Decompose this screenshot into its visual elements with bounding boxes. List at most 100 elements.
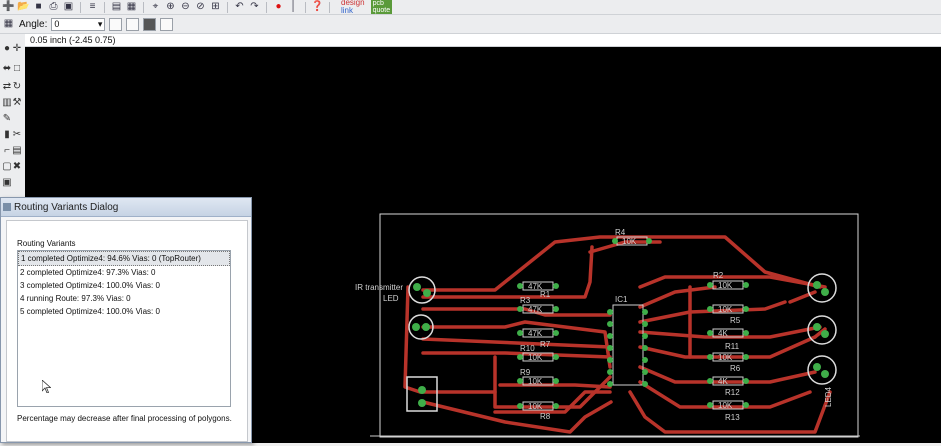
- pcb-quote-word1: pcb: [372, 0, 384, 7]
- pad: [642, 381, 648, 387]
- rotate-icon[interactable]: ↻: [12, 82, 22, 92]
- pad: [642, 357, 648, 363]
- pad: [743, 402, 749, 408]
- pad: [707, 282, 713, 288]
- save-icon[interactable]: ■: [32, 1, 45, 13]
- dialog-body: Routing Variants 1 completed Optimize4: …: [6, 220, 248, 442]
- dialog-app-icon: [3, 203, 11, 211]
- print-icon[interactable]: ⎙: [47, 1, 60, 13]
- spin-toggle[interactable]: [126, 17, 140, 31]
- mouse-cursor-icon: [42, 380, 51, 393]
- go-icon[interactable]: │: [287, 1, 300, 13]
- list-item[interactable]: 4 running Route: 97.3% Vias: 0: [18, 292, 230, 305]
- dialog-title: Routing Variants Dialog: [14, 201, 119, 213]
- text-orient-toggle[interactable]: [143, 17, 157, 31]
- route-icon[interactable]: ⌐: [2, 146, 12, 156]
- pad: [418, 399, 426, 407]
- toolbar-divider: [143, 1, 144, 13]
- redo-icon[interactable]: ↷: [248, 1, 261, 13]
- pad: [646, 238, 652, 244]
- pad: [813, 323, 821, 331]
- text-icon[interactable]: ▢: [2, 162, 12, 172]
- angle-select[interactable]: 0 ▾: [51, 17, 106, 31]
- pad: [607, 333, 613, 339]
- move-icon[interactable]: ⬌: [2, 64, 12, 74]
- ratsnest-icon[interactable]: ✖: [12, 162, 22, 172]
- pad: [707, 306, 713, 312]
- undo-icon[interactable]: ↶: [233, 1, 246, 13]
- pad: [517, 378, 523, 384]
- percentage-note: Percentage may decrease after final proc…: [17, 414, 232, 423]
- trace: [638, 285, 717, 309]
- script-icon[interactable]: ▤: [110, 1, 123, 13]
- wrench-icon[interactable]: ⚒: [12, 98, 22, 108]
- copy-icon[interactable]: □: [12, 64, 22, 74]
- ripup-icon[interactable]: ▤: [12, 146, 22, 156]
- ir-label: IR transmitter: [355, 283, 403, 292]
- run-icon[interactable]: ▦: [125, 1, 138, 13]
- new-icon[interactable]: ➕: [2, 1, 15, 13]
- pad: [612, 238, 618, 244]
- pad: [553, 306, 559, 312]
- mirror-toggle[interactable]: [109, 17, 123, 31]
- pad: [553, 378, 559, 384]
- pencil-icon[interactable]: ✎: [2, 114, 12, 124]
- stop-icon[interactable]: ●: [272, 1, 285, 13]
- show-icon[interactable]: ✛: [12, 44, 22, 54]
- r7-label: R7: [540, 340, 551, 349]
- list-item[interactable]: 2 completed Optimize4: 97.3% Vias: 0: [18, 266, 230, 279]
- coordinate-display: 0.05 inch (-2.45 0.75): [25, 34, 941, 47]
- cam-icon[interactable]: ▣: [62, 1, 75, 13]
- zoom-in-icon[interactable]: ⊕: [164, 1, 177, 13]
- list-item[interactable]: 3 completed Optimize4: 100.0% Vias: 0: [18, 279, 230, 292]
- zoom-out-icon[interactable]: ⊖: [179, 1, 192, 13]
- pad: [422, 323, 430, 331]
- pad: [412, 323, 420, 331]
- coordinate-text: 0.05 inch (-2.45 0.75): [30, 35, 116, 45]
- mirror-icon[interactable]: ⇄: [2, 82, 12, 92]
- open-icon[interactable]: 📂: [17, 1, 30, 13]
- pad: [813, 281, 821, 289]
- list-item[interactable]: 5 completed Optimize4: 100.0% Vias: 0: [18, 305, 230, 318]
- group-icon[interactable]: ▥: [2, 98, 12, 108]
- routing-variants-dialog: Routing Variants Dialog Routing Variants…: [0, 197, 252, 443]
- pcb-quote-logo[interactable]: pcb quote: [370, 0, 393, 14]
- text-orient-toggle-2[interactable]: [160, 17, 174, 31]
- toolbar-divider: [80, 1, 81, 13]
- pad: [821, 330, 829, 338]
- pad: [707, 378, 713, 384]
- pad: [553, 330, 559, 336]
- r4-label: R4: [615, 228, 626, 237]
- info-icon[interactable]: ●: [2, 44, 12, 54]
- grid-icon[interactable]: ▦: [2, 18, 15, 30]
- pad: [821, 370, 829, 378]
- dialog-title-bar[interactable]: Routing Variants Dialog: [1, 198, 251, 217]
- r9-value: 10K: [528, 377, 543, 386]
- r2-value: 10K: [718, 281, 733, 290]
- zoom-fit-icon[interactable]: ⌖: [149, 1, 162, 13]
- trace: [421, 337, 612, 349]
- pad: [553, 283, 559, 289]
- pad: [607, 309, 613, 315]
- help-icon[interactable]: ❓: [311, 1, 324, 13]
- led4-label: LED4: [824, 386, 833, 407]
- zoom-select-icon[interactable]: ⊞: [209, 1, 222, 13]
- design-link-logo[interactable]: design link: [341, 0, 365, 15]
- pad: [517, 283, 523, 289]
- parameter-toolbar: ▦ Angle: 0 ▾: [0, 15, 941, 34]
- r13-label: R13: [725, 413, 740, 422]
- toolbar-divider: [329, 1, 330, 13]
- split-icon[interactable]: ✂: [12, 130, 22, 140]
- main-toolbar: ➕ 📂 ■ ⎙ ▣ ≡ ▤ ▦ ⌖ ⊕ ⊖ ⊘ ⊞ ↶ ↷ ● │ ❓ desi…: [0, 0, 941, 15]
- r6-value: 10K: [718, 353, 733, 362]
- r10-label: R10: [520, 344, 535, 353]
- auto-icon[interactable]: ▣: [2, 178, 12, 188]
- pad: [707, 402, 713, 408]
- pad: [418, 386, 426, 394]
- zoom-prev-icon[interactable]: ⊘: [194, 1, 207, 13]
- layers-icon[interactable]: ≡: [86, 1, 99, 13]
- trace: [498, 383, 612, 389]
- delete-icon[interactable]: ▮: [2, 130, 12, 140]
- list-item[interactable]: 1 completed Optimize4: 94.6% Vias: 0 (To…: [18, 251, 230, 266]
- pad: [607, 321, 613, 327]
